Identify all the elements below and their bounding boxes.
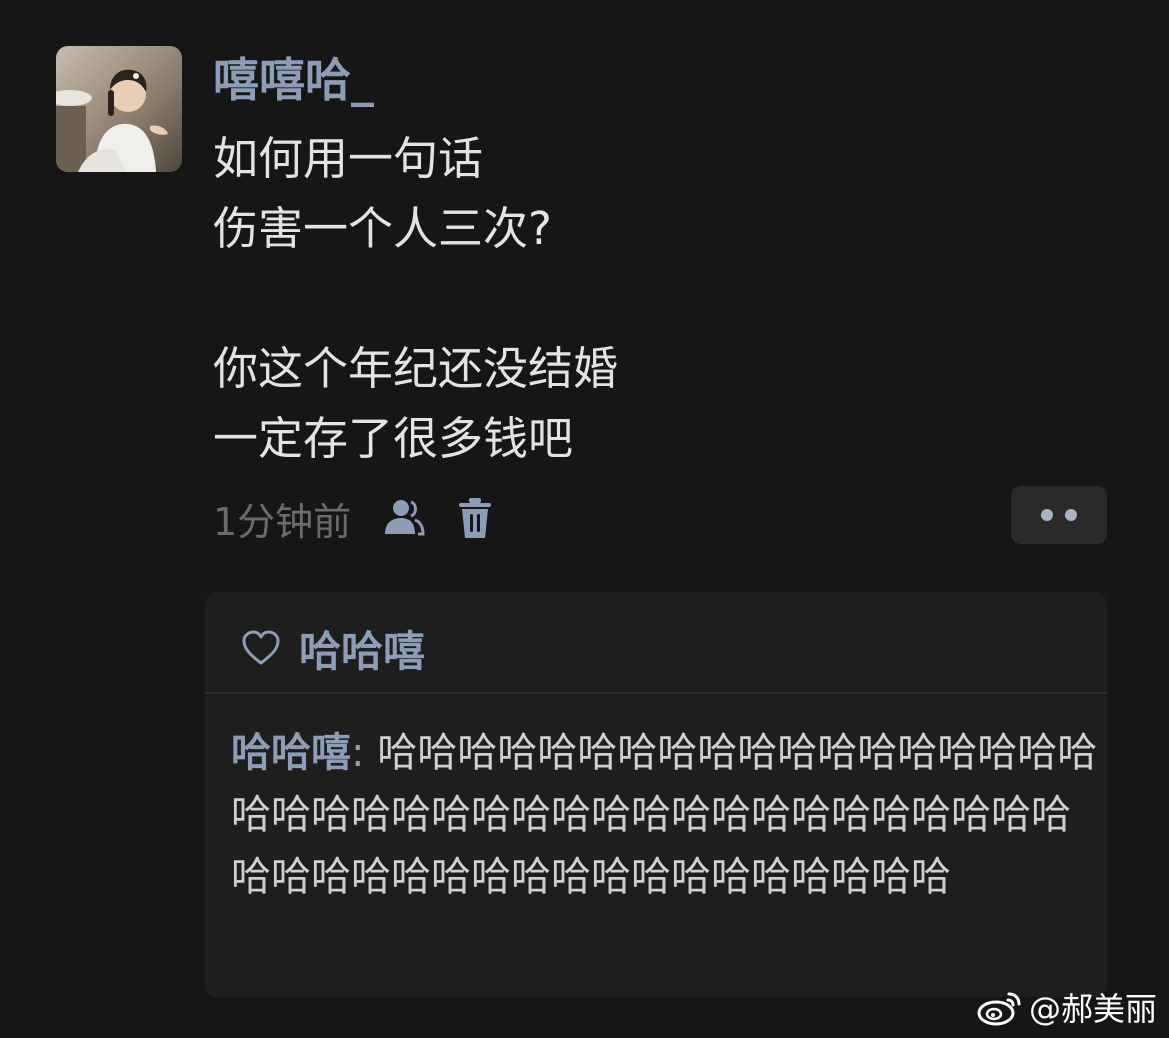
post-line: 伤害一个人三次?: [213, 202, 552, 255]
more-button[interactable]: [1011, 486, 1107, 544]
watermark-text: @郝美丽: [1028, 990, 1157, 1028]
like-row: 哈哈嘻: [241, 618, 425, 678]
post-line: 一定存了很多钱吧: [213, 412, 574, 465]
more-dots-icon: [1041, 509, 1053, 521]
watermark: @郝美丽: [977, 984, 1157, 1030]
liked-by-user[interactable]: 哈哈嘻: [299, 618, 425, 679]
divider: [205, 692, 1107, 694]
trash-icon[interactable]: [453, 496, 497, 540]
more-dots-icon: [1065, 509, 1077, 521]
avatar-photo: [56, 46, 182, 172]
post-screen: 嘻嘻哈_ 如何用一句话 伤害一个人三次? 你这个年纪还没结婚 一定存了很多钱吧 …: [0, 0, 1169, 1038]
comment-separator: :: [351, 730, 378, 776]
post-content: 如何用一句话 伤害一个人三次? 你这个年纪还没结婚 一定存了很多钱吧: [213, 124, 618, 474]
post-username[interactable]: 嘻嘻哈_: [213, 50, 374, 110]
weibo-logo-icon: [977, 992, 1021, 1026]
reply-card: 哈哈嘻 哈哈嘻: 哈哈哈哈哈哈哈哈哈哈哈哈哈哈哈哈哈哈哈哈哈哈哈哈哈哈哈哈哈哈哈…: [205, 592, 1107, 997]
post-timestamp: 1分钟前: [213, 499, 352, 544]
post-meta: 1分钟前: [213, 490, 497, 546]
comment: 哈哈嘻: 哈哈哈哈哈哈哈哈哈哈哈哈哈哈哈哈哈哈哈哈哈哈哈哈哈哈哈哈哈哈哈哈哈哈哈…: [231, 722, 1101, 908]
avatar[interactable]: [56, 46, 182, 172]
comment-author[interactable]: 哈哈嘻: [231, 730, 351, 776]
people-icon[interactable]: [381, 496, 425, 540]
post-line: 如何用一句话: [213, 132, 484, 185]
heart-icon[interactable]: [241, 628, 281, 668]
post-line-blank: [213, 264, 618, 334]
post-line: 你这个年纪还没结婚: [213, 342, 619, 395]
